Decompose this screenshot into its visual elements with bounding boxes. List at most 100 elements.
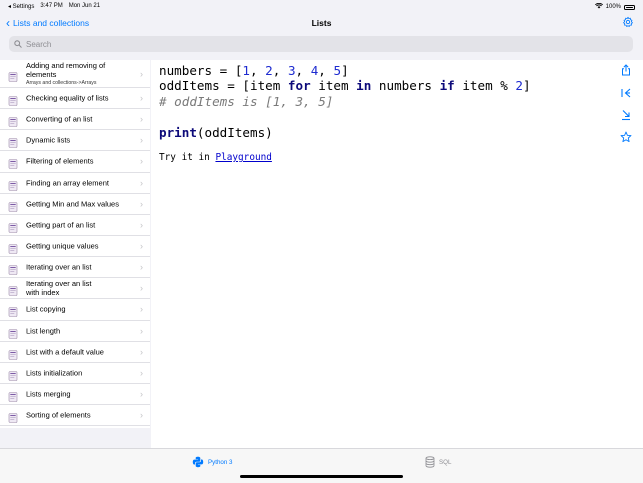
document-icon (8, 199, 18, 212)
document-icon (8, 347, 18, 360)
list-item-label: List copying (26, 304, 66, 314)
document-icon (8, 114, 18, 128)
list-item[interactable]: Checking equality of lists › (0, 88, 150, 110)
code-comment: # oddItems is [1, 3, 5] (159, 93, 334, 109)
list-item[interactable]: Converting of an list › (0, 109, 150, 131)
chevron-right-icon: › (140, 135, 143, 146)
chevron-right-icon: › (140, 114, 143, 125)
code-line-1: numbers = [1, 2, 3, 4, 5] (159, 63, 349, 78)
list-item-label: Getting Min and Max values (26, 199, 119, 209)
gear-icon[interactable] (622, 16, 634, 28)
tab-python[interactable]: Python 3 (192, 456, 232, 468)
chevron-right-icon: › (140, 325, 143, 336)
list-item[interactable]: Iterating over an list with index › (0, 278, 150, 300)
chevron-right-icon: › (140, 367, 143, 378)
chevron-right-icon: › (140, 241, 143, 252)
status-back-app[interactable]: ◂ Settings (8, 3, 34, 10)
document-icon (8, 410, 18, 423)
chevron-right-icon: › (140, 177, 143, 188)
document-icon (8, 156, 18, 170)
list-item-label: Adding and removing of elements (26, 60, 106, 79)
code-viewer: numbers = [1, 2, 3, 4, 5] oddItems = [it… (151, 60, 643, 448)
list-item-label: Getting unique values (26, 241, 99, 251)
home-indicator (240, 475, 403, 478)
chevron-right-icon: › (140, 93, 143, 104)
tab-sql[interactable]: SQL (425, 456, 451, 468)
status-time: 3:47 PM (40, 3, 63, 9)
status-date: Mon Jun 21 (68, 3, 101, 9)
chevron-right-icon: › (140, 410, 143, 421)
list-item-label: Checking equality of lists (26, 93, 109, 103)
list-item[interactable]: Iterating over an list › (0, 257, 150, 279)
list-item[interactable]: Getting unique values › (0, 236, 150, 258)
chevron-right-icon: › (140, 156, 143, 167)
document-icon (8, 241, 18, 254)
list-item-label: Filtering of elements (26, 156, 94, 166)
chevron-right-icon: › (140, 304, 143, 315)
collapse-icon[interactable] (620, 87, 632, 99)
list-item[interactable]: List with a default value › (0, 342, 150, 363)
battery-icon (624, 4, 635, 10)
chevron-right-icon: › (140, 219, 143, 230)
list-item-label: Sorting of elements (26, 410, 91, 420)
list-item-label: List length (26, 326, 61, 336)
document-icon (8, 262, 18, 275)
list-item-label: Finding an array element (26, 178, 109, 188)
chevron-right-icon: › (140, 389, 143, 400)
list-item-label: Iterating over an list (26, 262, 92, 272)
list-item-label: List with a default value (26, 347, 104, 357)
list-item-subtitle: Arrays and collections->Arrays (26, 79, 97, 86)
page-title: Lists (311, 18, 332, 28)
chevron-right-icon: › (140, 283, 143, 294)
document-icon (8, 220, 18, 233)
document-icon (8, 326, 18, 339)
database-icon (425, 456, 435, 468)
document-icon (8, 69, 18, 82)
list-item-label: Dynamic lists (26, 135, 71, 145)
list-item-label: Iterating over an list with index (26, 279, 92, 298)
share-icon[interactable] (620, 64, 632, 76)
code-line-4: print(oddItems) (159, 124, 273, 140)
search-input[interactable] (26, 39, 616, 49)
code-line-2: oddItems = [item for item in numbers if … (159, 78, 531, 94)
list-item-label: Lists merging (26, 389, 71, 399)
list-item-label: Getting part of an list (26, 220, 96, 230)
document-icon (8, 178, 18, 191)
list-item[interactable]: Lists merging › (0, 384, 150, 406)
chevron-right-icon: › (140, 68, 143, 79)
list-item[interactable]: Filtering of elements › (0, 151, 150, 173)
list-item[interactable]: List copying › (0, 299, 150, 321)
navigation-bar: ‹ Lists and collections Lists (0, 12, 643, 34)
status-bar: ◂ Settings 3:47 PM Mon Jun 21 100% (0, 0, 643, 12)
wifi-icon (594, 2, 603, 11)
code-block: numbers = [1, 2, 3, 4, 5] oddItems = [it… (159, 63, 531, 140)
star-icon[interactable] (620, 131, 632, 143)
list-item[interactable]: Sorting of elements › (0, 405, 150, 427)
document-icon (8, 283, 18, 297)
python-icon (192, 456, 204, 468)
list-item[interactable]: Finding an array element › (0, 173, 150, 194)
chevron-right-icon: › (140, 198, 143, 209)
topic-list: Adding and removing of elements Arrays a… (0, 60, 150, 428)
tab-python-label: Python 3 (208, 458, 233, 466)
playground-link[interactable]: Playground (215, 152, 271, 163)
list-item[interactable]: Getting Min and Max values › (0, 194, 150, 215)
document-icon (8, 304, 18, 318)
chevron-right-icon: › (140, 346, 143, 357)
battery-percent: 100% (605, 4, 621, 10)
chevron-right-icon: › (140, 262, 143, 273)
document-icon (8, 368, 18, 381)
list-item-adding-removing[interactable]: Adding and removing of elements Arrays a… (0, 60, 150, 88)
document-icon (8, 389, 18, 402)
try-it-prefix: Try it in (159, 152, 216, 163)
list-item[interactable]: Dynamic lists › (0, 130, 150, 152)
list-item[interactable]: Lists initialization › (0, 363, 150, 384)
list-item-label: Converting of an list (26, 114, 93, 124)
document-icon (8, 93, 18, 106)
search-bar (9, 36, 633, 52)
download-to-end-icon[interactable] (620, 109, 632, 121)
list-item-label: Lists initialization (26, 368, 83, 378)
list-item[interactable]: Getting part of an list › (0, 215, 150, 236)
try-it-line: Try it in Playground (159, 152, 272, 163)
list-item[interactable]: List length › (0, 321, 150, 342)
